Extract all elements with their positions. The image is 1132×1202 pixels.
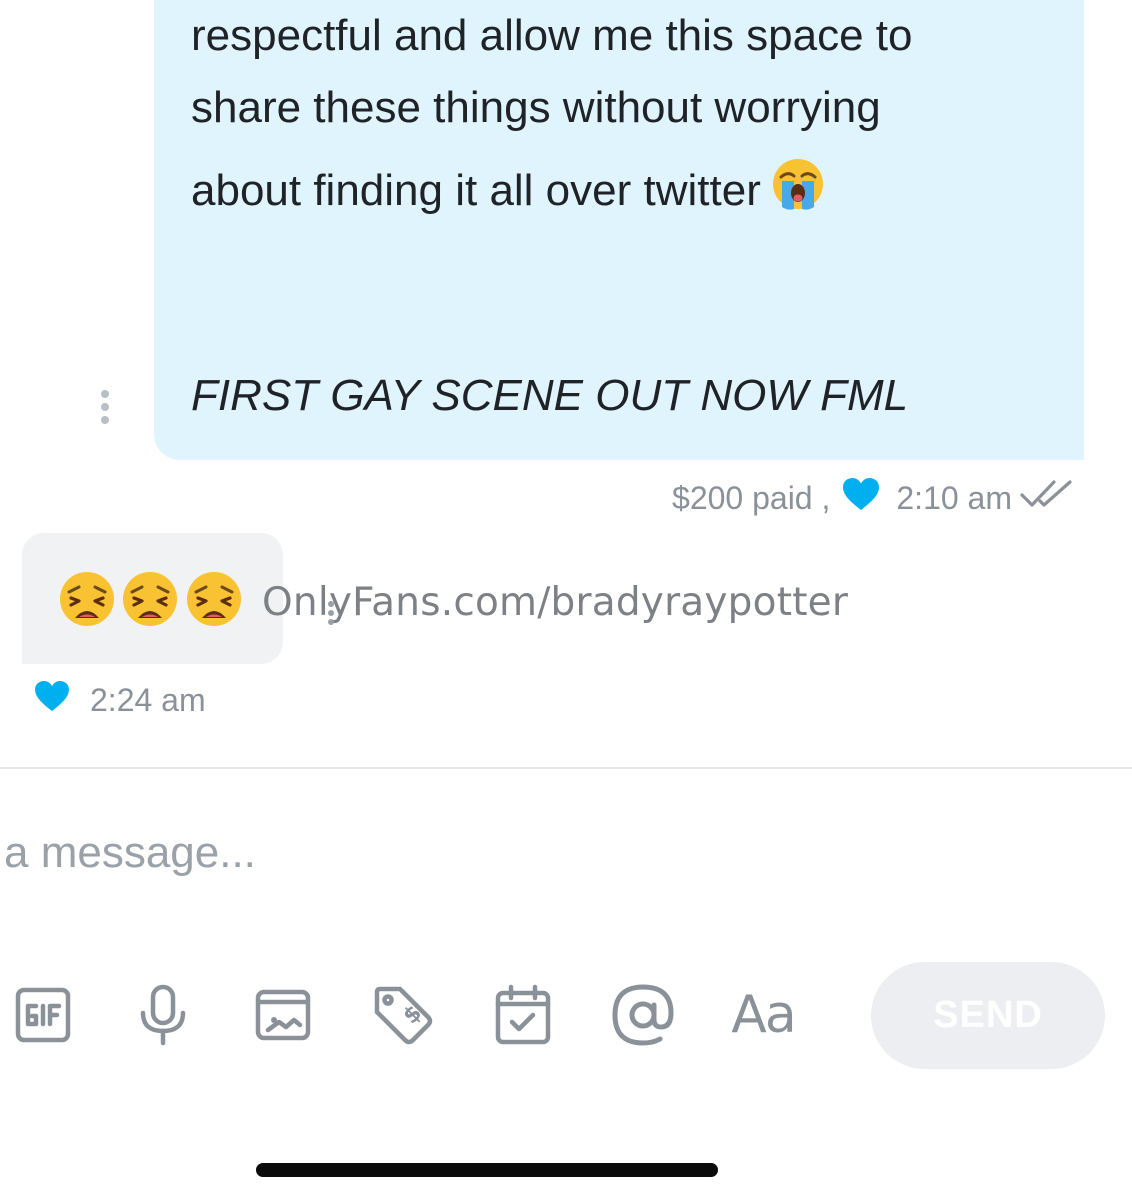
- weary-face-emoji: [123, 572, 177, 626]
- incoming-message-meta: 2:24 am: [34, 680, 206, 720]
- weary-face-emoji: [187, 572, 241, 626]
- price-paid-label: $200 paid ,: [672, 479, 831, 516]
- outgoing-message-meta: $200 paid , 2:10 am: [672, 478, 1076, 518]
- microphone-icon[interactable]: [128, 980, 198, 1050]
- double-check-icon: [1020, 478, 1076, 518]
- message-line-italic: FIRST GAY SCENE OUT NOW FML: [191, 371, 909, 420]
- outgoing-message-bubble[interactable]: respectful and allow me this space to sh…: [154, 0, 1084, 460]
- loudly-crying-face-emoji: [771, 157, 825, 219]
- watermark-text: OnlyFans.com/bradyraypotter: [262, 580, 849, 625]
- calendar-icon[interactable]: [488, 980, 558, 1050]
- message-options-icon[interactable]: [326, 601, 336, 625]
- message-time: 2:24 am: [90, 681, 206, 718]
- message-options-icon[interactable]: [100, 390, 110, 424]
- message-line-text: about finding it all over twitter: [191, 166, 761, 215]
- text-format-label: Aa: [731, 985, 796, 1045]
- price-tag-icon[interactable]: $: [368, 980, 438, 1050]
- gif-icon[interactable]: [8, 980, 78, 1050]
- weary-face-emoji: [60, 572, 114, 626]
- heart-icon[interactable]: [842, 477, 880, 519]
- heart-icon[interactable]: [34, 680, 70, 720]
- message-composer: $ Aa SEND: [0, 770, 1132, 1202]
- message-line: about finding it all over twitter: [191, 157, 825, 219]
- message-input[interactable]: [0, 818, 1104, 888]
- message-time: 2:10 am: [896, 479, 1012, 516]
- home-indicator: [256, 1163, 718, 1177]
- send-button[interactable]: SEND: [871, 962, 1105, 1069]
- message-line: respectful and allow me this space to: [191, 11, 913, 60]
- message-line: share these things without worrying: [191, 83, 881, 132]
- chat-thread: respectful and allow me this space to sh…: [0, 0, 1132, 768]
- incoming-message-bubble[interactable]: [22, 533, 283, 664]
- at-mention-icon[interactable]: [608, 980, 678, 1050]
- image-icon[interactable]: [248, 980, 318, 1050]
- svg-text:$: $: [399, 1001, 428, 1030]
- text-format-icon[interactable]: Aa: [728, 980, 798, 1050]
- composer-divider: [0, 767, 1132, 769]
